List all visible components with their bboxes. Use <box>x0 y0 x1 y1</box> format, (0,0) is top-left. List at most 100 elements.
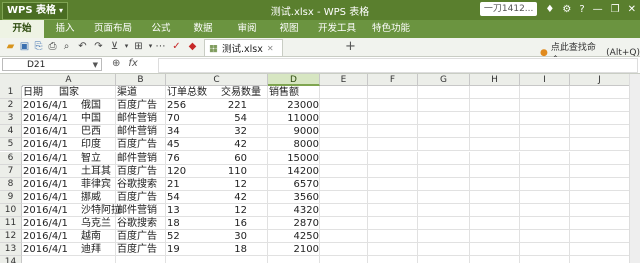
cell-channel[interactable]: 邮件营销 <box>116 204 166 217</box>
name-box[interactable]: D21 ▼ <box>2 58 102 71</box>
column-header-a[interactable]: A <box>22 74 116 86</box>
menu-home[interactable]: 开始 <box>0 20 44 38</box>
more-icon[interactable]: ⋯ <box>154 40 167 53</box>
cell-orders[interactable]: 120 <box>166 165 206 178</box>
row-header[interactable]: 6 <box>0 151 22 165</box>
cell-country[interactable]: 乌克兰 <box>80 217 120 230</box>
cell-country[interactable]: 越南 <box>80 230 120 243</box>
grid-cell[interactable] <box>520 243 570 257</box>
cell-channel[interactable]: 邮件营销 <box>116 152 166 165</box>
grid-cell[interactable] <box>570 99 630 113</box>
cell-transactions[interactable]: 30 <box>206 230 248 243</box>
grid-cell[interactable] <box>570 164 630 178</box>
cell-channel[interactable]: 谷歌搜索 <box>116 178 166 191</box>
cell-transactions[interactable]: 42 <box>206 138 248 151</box>
grid-cell[interactable] <box>320 99 368 113</box>
grid-cell[interactable] <box>268 256 320 263</box>
grid-cell[interactable] <box>520 125 570 139</box>
cell-sales[interactable]: 14200 <box>268 165 320 178</box>
cell-orders[interactable]: 76 <box>166 152 206 165</box>
grid-cell[interactable] <box>418 203 470 217</box>
redo-icon[interactable]: ↷ <box>92 40 105 53</box>
row-header[interactable]: 7 <box>0 164 22 178</box>
menu-data[interactable]: 数据 <box>186 20 220 38</box>
grid-cell[interactable] <box>116 256 166 263</box>
grid-cell[interactable] <box>470 177 520 191</box>
fx-icon[interactable]: fx <box>128 58 137 69</box>
grid-cell[interactable] <box>418 112 470 126</box>
cell-sales[interactable]: 4320 <box>268 204 320 217</box>
grid-cell[interactable] <box>470 86 520 100</box>
cell-country[interactable]: 中国 <box>80 112 120 125</box>
grid-cell[interactable] <box>470 190 520 204</box>
cell-date[interactable]: 2016/4/1 <box>22 191 82 204</box>
grid-cell[interactable] <box>320 86 368 100</box>
cell-transactions[interactable]: 42 <box>206 191 248 204</box>
grid-cell[interactable] <box>470 203 520 217</box>
grid-cell[interactable] <box>570 125 630 139</box>
cell-date[interactable]: 2016/4/1 <box>22 99 82 112</box>
cell-country[interactable]: 印度 <box>80 138 120 151</box>
menu-insert[interactable]: 插入 <box>48 20 82 38</box>
cell-transactions[interactable]: 60 <box>206 152 248 165</box>
grid-cell[interactable] <box>368 151 418 165</box>
grid-cell[interactable] <box>418 86 470 100</box>
grid-cell[interactable] <box>470 138 520 152</box>
column-header-g[interactable]: G <box>418 74 470 86</box>
grid-cell[interactable] <box>320 151 368 165</box>
cell-transactions[interactable]: 221 <box>206 99 248 112</box>
cell-transactions[interactable]: 54 <box>206 112 248 125</box>
column-header-i[interactable]: I <box>520 74 570 86</box>
cell-channel[interactable]: 百度广告 <box>116 138 166 151</box>
grid-cell[interactable] <box>520 138 570 152</box>
cell-transactions[interactable]: 12 <box>206 178 248 191</box>
row-header[interactable]: 1 <box>0 86 22 100</box>
cell-orders[interactable]: 256 <box>166 99 206 112</box>
grid-cell[interactable] <box>320 190 368 204</box>
grid-cell[interactable] <box>570 203 630 217</box>
cell-channel[interactable]: 邮件营销 <box>116 125 166 138</box>
cell-sales[interactable]: 8000 <box>268 138 320 151</box>
help-icon[interactable]: ? <box>579 4 584 15</box>
grid-cell[interactable] <box>470 243 520 257</box>
grid-cell[interactable] <box>570 217 630 231</box>
cell-orders[interactable]: 70 <box>166 112 206 125</box>
cell-country[interactable]: 智立 <box>80 152 120 165</box>
grid-cell[interactable] <box>418 99 470 113</box>
cell-sales[interactable]: 6570 <box>268 178 320 191</box>
cell-sales[interactable]: 4250 <box>268 230 320 243</box>
grid-cell[interactable] <box>320 217 368 231</box>
cell-orders[interactable]: 52 <box>166 230 206 243</box>
menu-special[interactable]: 特色功能 <box>366 20 416 38</box>
grid-cell[interactable] <box>418 164 470 178</box>
cell-date[interactable]: 2016/4/1 <box>22 152 82 165</box>
skin-icon[interactable]: ♦ <box>545 4 554 15</box>
undo-icon[interactable]: ↶ <box>76 40 89 53</box>
save-icon[interactable]: ▣ <box>18 40 31 53</box>
cell-date[interactable]: 2016/4/1 <box>22 217 82 230</box>
grid-cell[interactable] <box>368 177 418 191</box>
column-header-f[interactable]: F <box>368 74 418 86</box>
menu-view[interactable]: 视图 <box>272 20 306 38</box>
cell-orders[interactable]: 45 <box>166 138 206 151</box>
cell-orders[interactable]: 34 <box>166 125 206 138</box>
grid-cell[interactable] <box>470 256 520 263</box>
grid-cell[interactable] <box>470 164 520 178</box>
column-header-h[interactable]: H <box>470 74 520 86</box>
print-icon[interactable]: ⎙ <box>46 40 59 53</box>
cell-date[interactable]: 2016/4/1 <box>22 138 82 151</box>
grid-cell[interactable] <box>520 164 570 178</box>
menu-formulas[interactable]: 公式 <box>144 20 178 38</box>
row-header[interactable]: 3 <box>0 112 22 126</box>
column-header-c[interactable]: C <box>166 74 268 86</box>
grid-cell[interactable] <box>570 138 630 152</box>
grid-cell[interactable] <box>418 177 470 191</box>
grid-cell[interactable] <box>520 203 570 217</box>
row-header[interactable]: 8 <box>0 177 22 191</box>
row-header[interactable]: 9 <box>0 190 22 204</box>
cell-channel[interactable]: 百度广告 <box>116 99 166 112</box>
cell-sales[interactable]: 15000 <box>268 152 320 165</box>
cell-orders[interactable]: 54 <box>166 191 206 204</box>
open-folder-icon[interactable]: ▰ <box>4 40 17 53</box>
grid-cell[interactable] <box>368 230 418 244</box>
